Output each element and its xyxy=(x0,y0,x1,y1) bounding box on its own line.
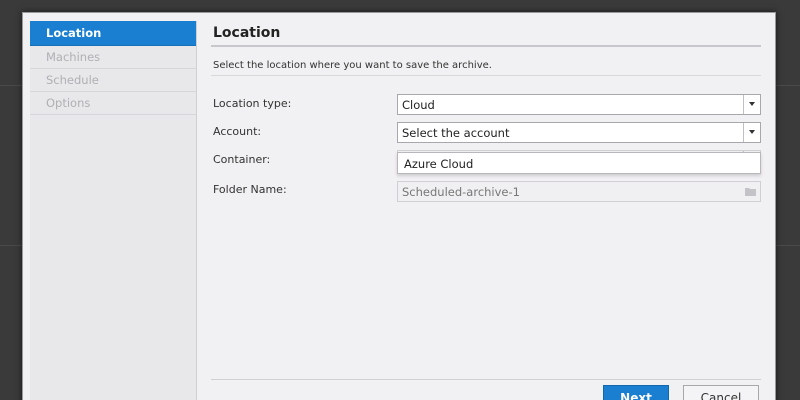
folder-icon xyxy=(745,188,756,196)
sidebar-item-schedule[interactable]: Schedule xyxy=(30,69,196,92)
account-dropdown-list: Azure Cloud xyxy=(397,152,761,174)
wizard-sidebar: Location Machines Schedule Options xyxy=(30,21,197,400)
chevron-down-icon xyxy=(749,130,755,134)
page-description: Select the location where you want to sa… xyxy=(213,60,492,71)
dropdown-button[interactable] xyxy=(743,95,760,114)
container-label: Container: xyxy=(213,153,271,166)
location-type-label: Location type: xyxy=(213,97,292,110)
location-type-select[interactable]: Cloud xyxy=(397,94,761,115)
divider xyxy=(211,75,761,76)
folder-name-label: Folder Name: xyxy=(213,183,287,196)
dropdown-option-azure-cloud[interactable]: Azure Cloud xyxy=(404,157,473,171)
divider xyxy=(211,45,761,47)
page-title: Location xyxy=(213,25,281,41)
dropdown-button[interactable] xyxy=(743,123,760,142)
folder-name-field: Scheduled-archive-1 xyxy=(397,181,761,202)
main-panel: Location Select the location where you w… xyxy=(199,13,777,400)
sidebar-item-location[interactable]: Location xyxy=(30,21,196,46)
folder-name-value: Scheduled-archive-1 xyxy=(402,185,520,199)
account-select[interactable]: Select the account xyxy=(397,122,761,143)
next-button[interactable]: Next xyxy=(603,385,669,400)
chevron-down-icon xyxy=(749,102,755,106)
divider xyxy=(211,379,761,380)
cancel-button[interactable]: Cancel xyxy=(683,385,759,400)
account-value: Select the account xyxy=(402,126,510,140)
account-label: Account: xyxy=(213,125,262,138)
location-type-value: Cloud xyxy=(402,98,435,112)
sidebar-item-options[interactable]: Options xyxy=(30,92,196,115)
sidebar-item-machines[interactable]: Machines xyxy=(30,46,196,69)
archive-dialog: Location Machines Schedule Options Locat… xyxy=(22,12,776,400)
